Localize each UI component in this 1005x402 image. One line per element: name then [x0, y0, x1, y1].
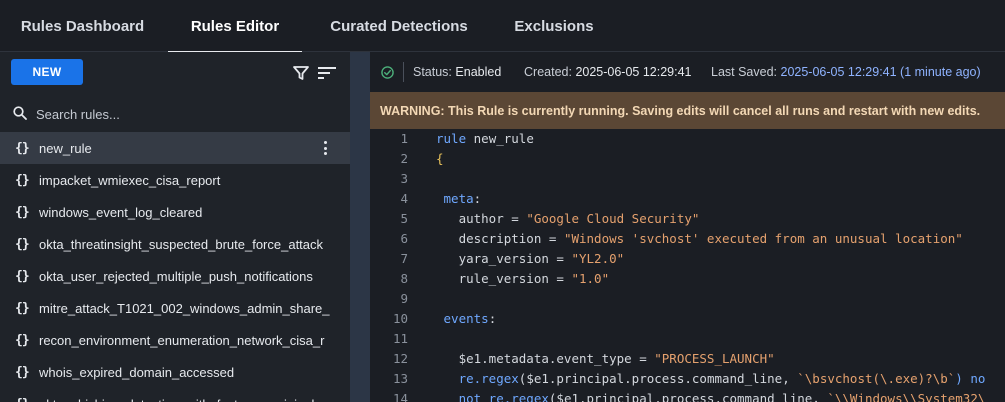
status-divider	[403, 62, 404, 82]
panel-resize-divider[interactable]	[350, 52, 370, 402]
rule-braces-icon: {}	[15, 397, 30, 402]
line-number: 4	[400, 191, 408, 206]
rule-list-item[interactable]: {} mitre_attack_T1021_002_windows_admin_…	[0, 292, 350, 324]
rule-name: recon_environment_enumeration_network_ci…	[39, 332, 325, 348]
rule-braces-icon: {}	[15, 140, 30, 156]
last-saved-value: 2025-06-05 12:29:41 (1 minute ago)	[780, 65, 981, 79]
rule-list-item[interactable]: {} okta_threatinsight_suspected_brute_fo…	[0, 228, 350, 260]
rule-list-item[interactable]: {} impacket_wmiexec_cisa_report	[0, 164, 350, 196]
sort-icon[interactable]	[318, 65, 336, 81]
code-editor[interactable]: 1 rule new_rule 2{3 4 meta: 5 author = "Goog…	[370, 129, 1005, 402]
status-value: Enabled	[455, 65, 502, 79]
rule-braces-icon: {}	[15, 332, 30, 348]
search-icon	[13, 106, 27, 120]
code-text: rule_version = "1.0"	[436, 271, 610, 286]
code-line[interactable]: 7 yara_version = "YL2.0"	[370, 249, 1005, 269]
rule-list-item[interactable]: {} recon_environment_enumeration_network…	[0, 324, 350, 356]
rule-name: okta_threatinsight_suspected_brute_force…	[39, 236, 324, 252]
rule-list-item[interactable]: {} whois_expired_domain_accessed	[0, 356, 350, 388]
code-line[interactable]: 6 description = "Windows 'svchost' execu…	[370, 229, 1005, 249]
tab-rules-editor[interactable]: Rules Editor	[168, 0, 302, 53]
rule-name: okta_phishing_detection_with_fastpass_or…	[39, 397, 337, 402]
rule-braces-icon: {}	[15, 364, 30, 380]
code-line[interactable]: 12 $e1.metadata.event_type = "PROCESS_LA…	[370, 349, 1005, 369]
line-number: 10	[392, 311, 408, 326]
code-line[interactable]: 3	[370, 169, 1005, 189]
code-text: description = "Windows 'svchost' execute…	[436, 231, 963, 246]
running-rule-warning-banner: WARNING: This Rule is currently running.…	[370, 92, 1005, 129]
rule-braces-icon: {}	[15, 204, 30, 220]
code-line[interactable]: 2{	[370, 149, 1005, 169]
code-line[interactable]: 10 events:	[370, 309, 1005, 329]
status-label: Status:	[413, 65, 452, 79]
code-text: $e1.metadata.event_type = "PROCESS_LAUNC…	[436, 351, 775, 366]
rule-name: windows_event_log_cleared	[39, 204, 203, 220]
line-number: 13	[392, 371, 408, 386]
code-text: yara_version = "YL2.0"	[436, 251, 625, 266]
created-field: Created: 2025-06-05 12:29:41	[524, 65, 692, 79]
rule-list-item[interactable]: {} okta_user_rejected_multiple_push_noti…	[0, 260, 350, 292]
warning-text: WARNING: This Rule is currently running.…	[380, 103, 981, 118]
rule-braces-icon: {}	[15, 268, 30, 284]
rule-name: impacket_wmiexec_cisa_report	[39, 172, 221, 188]
new-rule-button[interactable]: NEW	[11, 59, 83, 85]
line-number: 3	[400, 171, 408, 186]
rule-name: okta_user_rejected_multiple_push_notific…	[39, 268, 313, 284]
rule-list-item[interactable]: {} okta_phishing_detection_with_fastpass…	[0, 388, 350, 402]
top-tab-bar: Rules Dashboard Rules Editor Curated Det…	[0, 0, 1005, 53]
rule-status-bar: Status: Enabled Created: 2025-06-05 12:2…	[370, 52, 1005, 92]
last-saved-field: Last Saved: 2025-06-05 12:29:41 (1 minut…	[711, 65, 981, 79]
code-text: author = "Google Cloud Security"	[436, 211, 700, 226]
rule-braces-icon: {}	[15, 300, 30, 316]
line-number: 1	[400, 131, 408, 146]
code-text: meta:	[436, 191, 482, 206]
code-line[interactable]: 1 rule new_rule	[370, 129, 1005, 149]
line-number: 8	[400, 271, 408, 286]
created-value: 2025-06-05 12:29:41	[575, 65, 692, 79]
tab-curated-detections[interactable]: Curated Detections	[315, 0, 483, 52]
rule-name: whois_expired_domain_accessed	[39, 364, 235, 380]
filter-icon[interactable]	[293, 65, 309, 81]
code-line[interactable]: 14 not re.regex($e1.principal.process.co…	[370, 389, 1005, 402]
more-vert-icon[interactable]	[318, 140, 332, 156]
rule-name: new_rule	[39, 140, 92, 156]
code-text: events:	[436, 311, 497, 326]
rules-sidebar: NEW {} new_rule {} impacket_wmiexec_cisa…	[0, 52, 350, 402]
code-line[interactable]: 13 re.regex($e1.principal.process.comman…	[370, 369, 1005, 389]
code-line[interactable]: 5 author = "Google Cloud Security"	[370, 209, 1005, 229]
line-number: 5	[400, 211, 408, 226]
line-number: 14	[392, 391, 408, 402]
search-rules-row	[0, 96, 350, 132]
code-line[interactable]: 8 rule_version = "1.0"	[370, 269, 1005, 289]
status-field: Status: Enabled	[413, 65, 501, 79]
rule-list-item[interactable]: {} new_rule	[0, 132, 350, 164]
rule-list: {} new_rule {} impacket_wmiexec_cisa_rep…	[0, 132, 350, 402]
code-line[interactable]: 4 meta:	[370, 189, 1005, 209]
code-text: not re.regex($e1.principal.process.comma…	[436, 391, 986, 402]
check-circle-icon	[381, 66, 394, 79]
code-line[interactable]: 9	[370, 289, 1005, 309]
line-number: 11	[392, 331, 408, 346]
line-number: 12	[392, 351, 408, 366]
code-line[interactable]: 11	[370, 329, 1005, 349]
line-number: 2	[400, 151, 408, 166]
rule-braces-icon: {}	[15, 172, 30, 188]
line-number: 7	[400, 251, 408, 266]
rule-list-item[interactable]: {} windows_event_log_cleared	[0, 196, 350, 228]
line-number: 6	[400, 231, 408, 246]
code-text: re.regex($e1.principal.process.command_l…	[436, 371, 986, 386]
rule-name: mitre_attack_T1021_002_windows_admin_sha…	[39, 300, 330, 316]
tab-rules-dashboard[interactable]: Rules Dashboard	[0, 0, 165, 52]
line-number: 9	[400, 291, 408, 306]
last-saved-label: Last Saved:	[711, 65, 778, 79]
rule-editor: Status: Enabled Created: 2025-06-05 12:2…	[370, 52, 1005, 402]
created-label: Created:	[524, 65, 572, 79]
tab-exclusions[interactable]: Exclusions	[500, 0, 608, 52]
rule-braces-icon: {}	[15, 236, 30, 252]
code-text: {	[436, 151, 444, 166]
code-text: rule new_rule	[436, 131, 534, 146]
search-rules-input[interactable]	[36, 102, 336, 126]
